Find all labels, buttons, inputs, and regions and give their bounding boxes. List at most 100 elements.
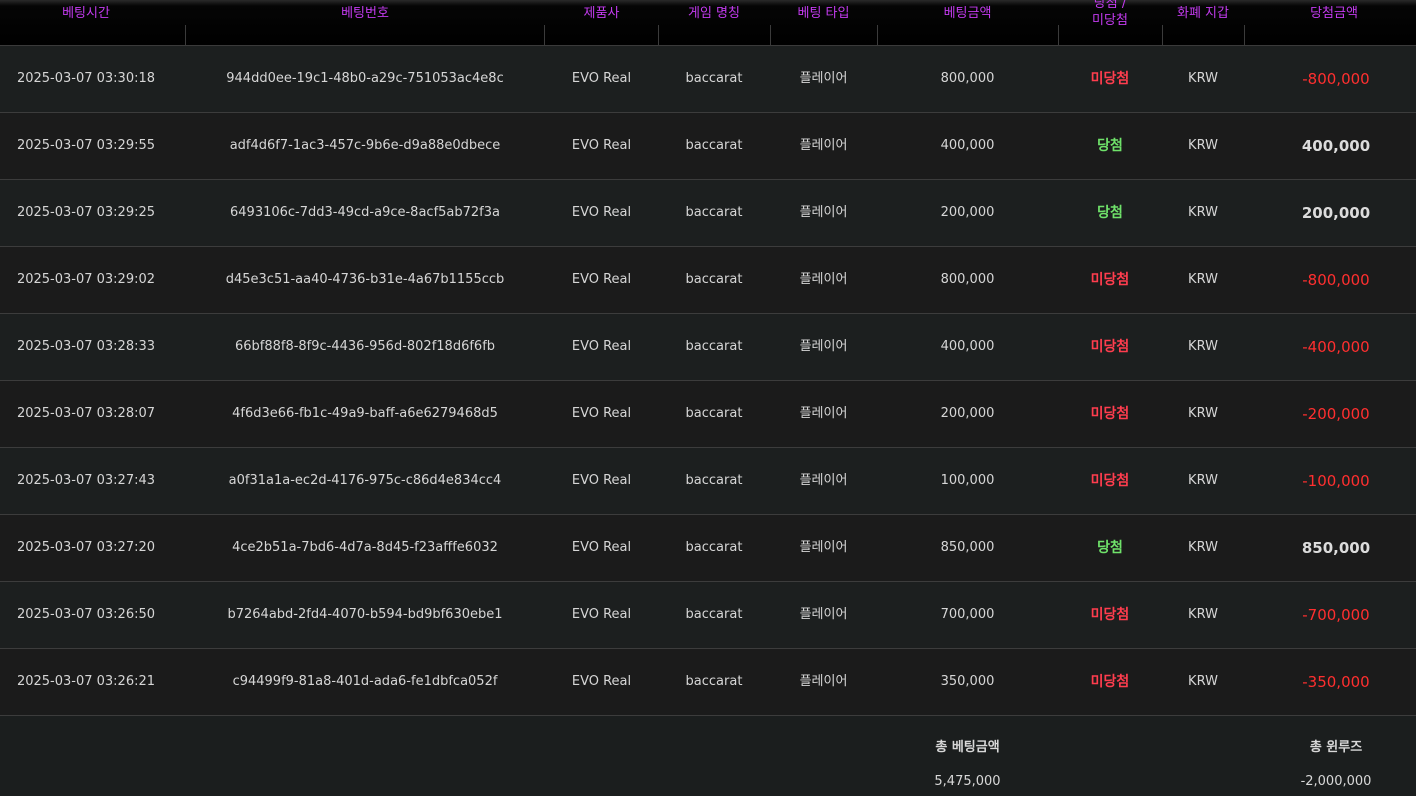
header-divider: [544, 25, 545, 45]
cell-currency: KRW: [1188, 540, 1218, 555]
cell-bet-type: 플레이어: [799, 71, 848, 86]
header-divider: [1162, 25, 1163, 45]
cell-game-name: baccarat: [685, 607, 743, 622]
cell-result: 당첨: [1097, 138, 1123, 154]
cell-provider: EVO Real: [571, 406, 632, 421]
total-winloss-label: 총 윈루즈: [1309, 740, 1363, 755]
cell-currency: KRW: [1188, 674, 1218, 689]
header-payout: 당첨금액: [1310, 6, 1358, 21]
cell-currency: KRW: [1188, 339, 1218, 354]
cell-bet-id: d45e3c51-aa40-4736-b31e-4a67b1155ccb: [225, 272, 505, 287]
cell-provider: EVO Real: [571, 473, 632, 488]
cell-payout: 400,000: [1301, 137, 1371, 155]
cell-payout: -800,000: [1302, 271, 1370, 289]
cell-bet-amount: 200,000: [940, 406, 995, 421]
cell-bet-time: 2025-03-07 03:26:21: [16, 674, 156, 689]
cell-provider: EVO Real: [571, 540, 632, 555]
cell-bet-id: adf4d6f7-1ac3-457c-9b6e-d9a88e0dbece: [229, 138, 501, 153]
header-result-line2: 미당첨: [1092, 13, 1128, 28]
cell-bet-time: 2025-03-07 03:29:25: [16, 205, 156, 220]
cell-bet-time: 2025-03-07 03:27:43: [16, 473, 156, 488]
cell-bet-id: 4f6d3e66-fb1c-49a9-baff-a6e6279468d5: [232, 406, 498, 421]
cell-bet-time: 2025-03-07 03:30:18: [16, 71, 156, 86]
total-bet-value: 5,475,000: [934, 774, 1001, 789]
header-bet-amount: 베팅금액: [943, 6, 992, 21]
header-result-line1: 당첨 /: [1093, 0, 1127, 11]
total-winloss-value: -2,000,000: [1300, 774, 1372, 789]
table-row: 2025-03-07 03:29:25 6493106c-7dd3-49cd-a9…: [0, 180, 1416, 247]
header-divider: [658, 25, 659, 45]
table-row: 2025-03-07 03:27:43 a0f31a1a-ec2d-4176-97…: [0, 448, 1416, 515]
header-bet-id: 베팅번호: [341, 6, 389, 21]
cell-bet-id: b7264abd-2fd4-4070-b594-bd9bf630ebe1: [227, 607, 503, 622]
cell-result: 미당첨: [1090, 272, 1130, 288]
cell-game-name: baccarat: [685, 138, 743, 153]
cell-bet-id: 4ce2b51a-7bd6-4d7a-8d45-f23afffe6032: [232, 540, 498, 555]
table-row: 2025-03-07 03:27:20 4ce2b51a-7bd6-4d7a-8d…: [0, 515, 1416, 582]
cell-currency: KRW: [1188, 272, 1218, 287]
cell-payout: -350,000: [1302, 673, 1370, 691]
cell-game-name: baccarat: [685, 540, 743, 555]
cell-currency: KRW: [1188, 406, 1218, 421]
header-game-name: 게임 명칭: [688, 6, 740, 21]
cell-currency: KRW: [1188, 138, 1218, 153]
cell-game-name: baccarat: [685, 406, 743, 421]
table-row: 2025-03-07 03:28:07 4f6d3e66-fb1c-49a9-ba…: [0, 381, 1416, 448]
cell-game-name: baccarat: [685, 205, 743, 220]
cell-bet-time: 2025-03-07 03:29:02: [16, 272, 156, 287]
cell-bet-type: 플레이어: [799, 473, 848, 488]
cell-result: 미당첨: [1090, 607, 1130, 623]
cell-bet-id: 944dd0ee-19c1-48b0-a29c-751053ac4e8c: [226, 71, 504, 86]
cell-bet-time: 2025-03-07 03:27:20: [16, 540, 156, 555]
cell-game-name: baccarat: [685, 674, 743, 689]
cell-result: 미당첨: [1090, 339, 1130, 355]
cell-payout: -400,000: [1302, 338, 1370, 356]
header-divider: [1058, 25, 1059, 45]
cell-result: 미당첨: [1090, 473, 1130, 489]
cell-game-name: baccarat: [685, 71, 743, 86]
cell-result: 당첨: [1097, 540, 1123, 556]
header-bet-type: 베팅 타입: [797, 6, 850, 21]
cell-bet-time: 2025-03-07 03:26:50: [16, 607, 156, 622]
cell-bet-type: 플레이어: [799, 272, 848, 287]
cell-payout: -100,000: [1302, 472, 1370, 490]
header-divider: [1244, 25, 1245, 45]
header-divider: [877, 25, 878, 45]
table-row: 2025-03-07 03:29:55 adf4d6f7-1ac3-457c-9b…: [0, 113, 1416, 180]
table-row: 2025-03-07 03:26:21 c94499f9-81a8-401d-ad…: [0, 649, 1416, 716]
cell-bet-id: 66bf88f8-8f9c-4436-956d-802f18d6f6fb: [234, 339, 496, 354]
cell-result: 미당첨: [1090, 674, 1130, 690]
cell-currency: KRW: [1188, 71, 1218, 86]
cell-provider: EVO Real: [571, 71, 632, 86]
header-bet-time: 베팅시간: [62, 6, 110, 21]
cell-bet-amount: 850,000: [940, 540, 995, 555]
cell-bet-time: 2025-03-07 03:28:07: [16, 406, 156, 421]
cell-bet-amount: 100,000: [940, 473, 995, 488]
cell-currency: KRW: [1188, 607, 1218, 622]
cell-bet-type: 플레이어: [799, 607, 848, 622]
cell-bet-id: 6493106c-7dd3-49cd-a9ce-8acf5ab72f3a: [230, 205, 500, 220]
cell-bet-type: 플레이어: [799, 674, 848, 689]
table-row: 2025-03-07 03:30:18 944dd0ee-19c1-48b0-a2…: [0, 46, 1416, 113]
cell-payout: -700,000: [1302, 606, 1370, 624]
cell-game-name: baccarat: [685, 272, 743, 287]
header-provider: 제품사: [583, 6, 620, 21]
cell-payout: 850,000: [1301, 539, 1371, 557]
cell-bet-amount: 800,000: [940, 71, 995, 86]
cell-payout: -200,000: [1302, 405, 1370, 423]
table-summary: 총 베팅금액 5,475,000 총 윈루즈 -2,000,000: [0, 716, 1416, 796]
cell-bet-type: 플레이어: [799, 339, 848, 354]
cell-bet-id: a0f31a1a-ec2d-4176-975c-c86d4e834cc4: [228, 473, 502, 488]
cell-bet-type: 플레이어: [799, 406, 848, 421]
table-row: 2025-03-07 03:28:33 66bf88f8-8f9c-4436-95…: [0, 314, 1416, 381]
header-divider: [770, 25, 771, 45]
cell-result: 미당첨: [1090, 406, 1130, 422]
header-divider: [185, 25, 186, 45]
cell-bet-type: 플레이어: [799, 205, 848, 220]
header-currency: 화폐 지갑: [1177, 6, 1229, 21]
cell-payout: 200,000: [1301, 204, 1371, 222]
cell-bet-type: 플레이어: [799, 138, 848, 153]
cell-result: 미당첨: [1090, 71, 1130, 87]
total-bet-label: 총 베팅금액: [935, 740, 1000, 755]
cell-bet-amount: 200,000: [940, 205, 995, 220]
